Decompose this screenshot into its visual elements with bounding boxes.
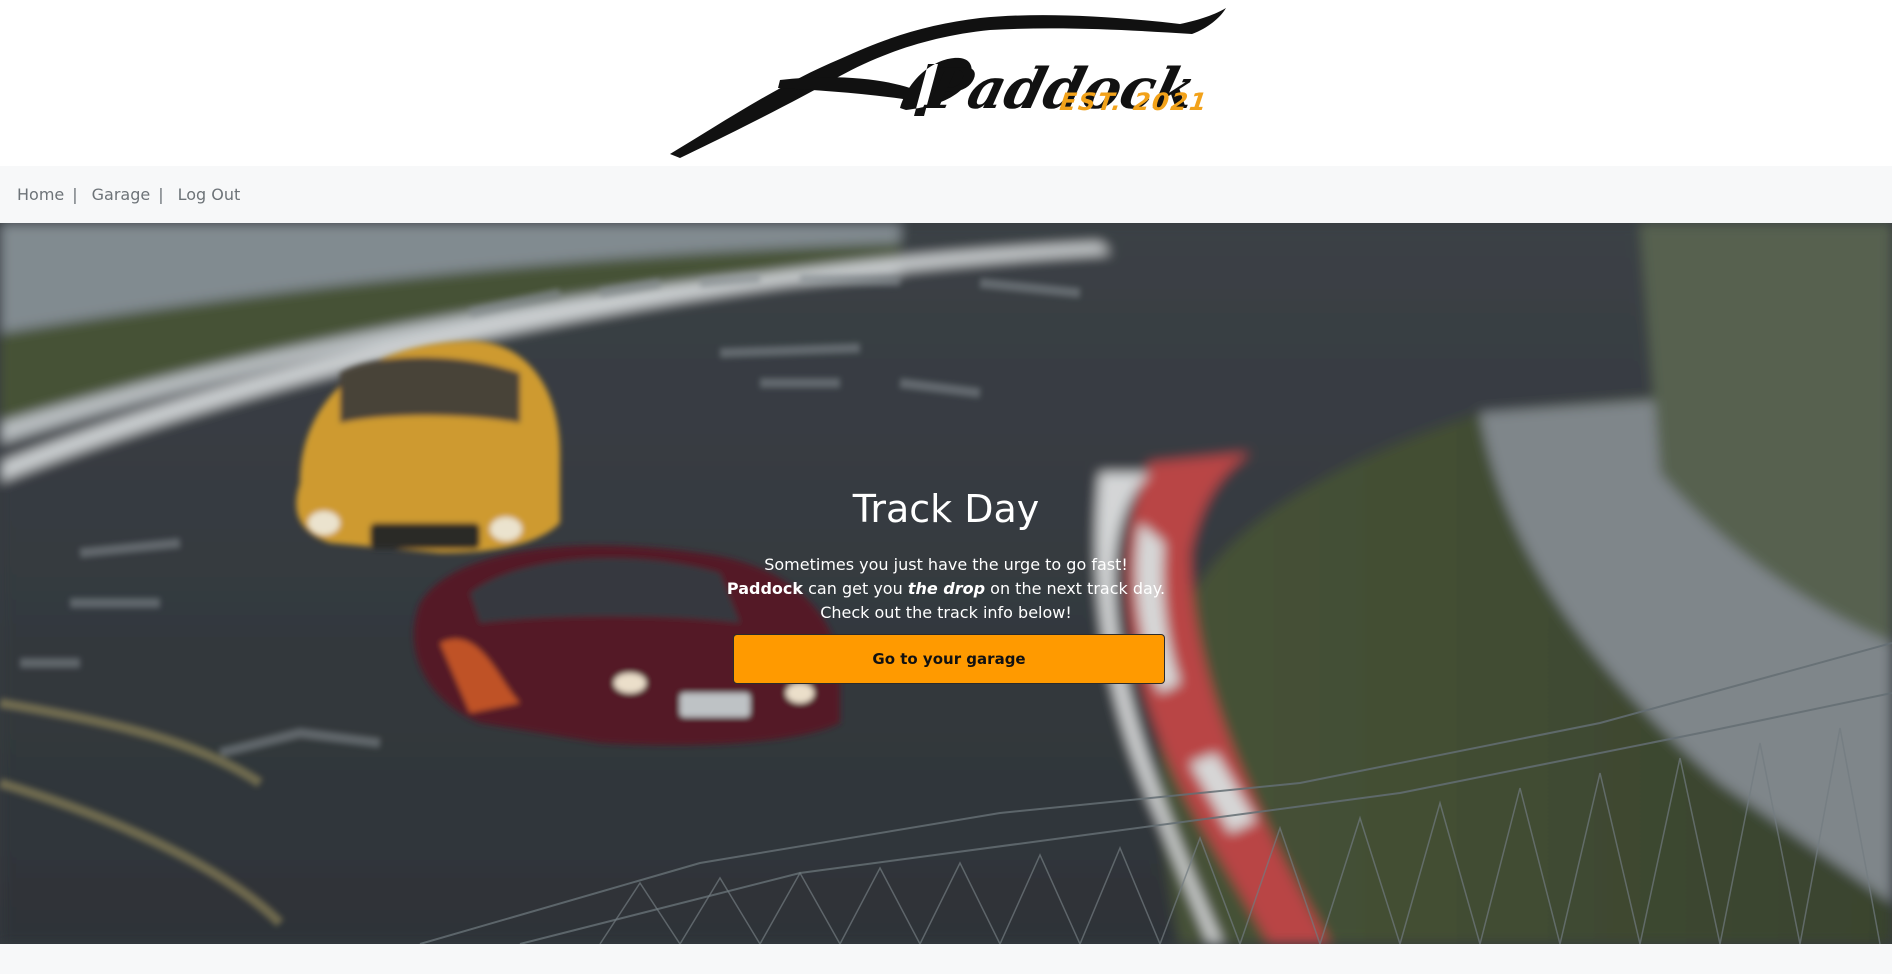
nav-link-logout[interactable]: Log Out: [178, 185, 241, 204]
hero-line-2: Paddock can get you the drop on the next…: [0, 577, 1892, 601]
nav-item-logout: Log Out: [178, 185, 241, 204]
nav-separator: |: [72, 185, 78, 204]
go-to-garage-button[interactable]: Go to your garage: [733, 634, 1165, 684]
nav-item-home: Home |: [17, 185, 92, 204]
page: Paddock EST. 2021 Home | Garage | Log Ou…: [0, 0, 1892, 974]
nav-item-garage: Garage |: [92, 185, 178, 204]
logo-tagline: EST. 2021: [1058, 88, 1211, 116]
nav-separator: |: [158, 185, 164, 204]
nav-link-garage[interactable]: Garage: [92, 185, 151, 204]
hero-line-2-end: on the next track day.: [985, 579, 1166, 598]
main-navbar: Home | Garage | Log Out: [0, 166, 1892, 223]
site-header: Paddock EST. 2021: [0, 0, 1892, 166]
hero-title: Track Day: [852, 487, 1040, 531]
paddock-logo: Paddock: [670, 8, 1226, 158]
hero-description: Sometimes you just have the urge to go f…: [0, 553, 1892, 625]
nav-link-home[interactable]: Home: [17, 185, 64, 204]
hero-brand-name: Paddock: [726, 579, 804, 598]
hero-section: Track Day Sometimes you just have the ur…: [0, 223, 1892, 944]
hero-line-3: Check out the track info below!: [820, 603, 1072, 622]
hero-line-1: Sometimes you just have the urge to go f…: [764, 555, 1128, 574]
hero-content: Track Day Sometimes you just have the ur…: [0, 485, 1892, 625]
hero-emphasis: the drop: [907, 579, 986, 598]
page-footer-strip: [0, 944, 1892, 974]
hero-line-2-mid: can get you: [803, 579, 908, 598]
